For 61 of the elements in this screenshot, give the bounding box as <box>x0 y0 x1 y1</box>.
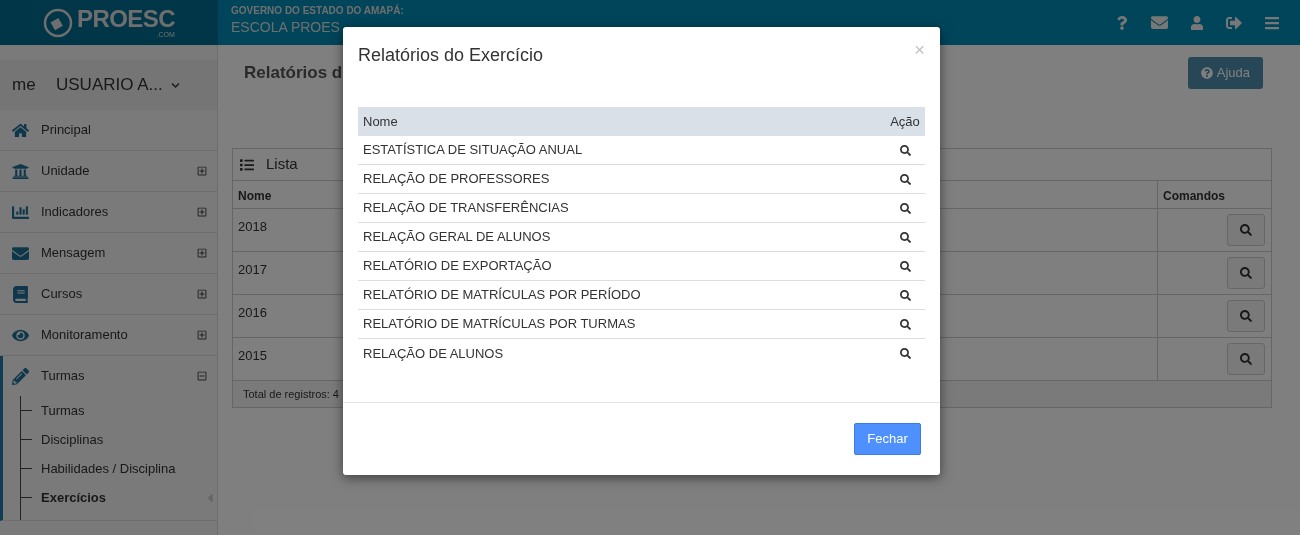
report-name: RELATÓRIO DE EXPORTAÇÃO <box>362 257 553 276</box>
user-icon[interactable] <box>1190 15 1204 30</box>
report-name: RELAÇÃO DE TRANSFERÊNCIAS <box>362 199 570 218</box>
menu-icon[interactable] <box>1264 14 1280 31</box>
home-icon <box>12 121 29 139</box>
report-name: RELATÓRIO DE MATRÍCULAS POR TURMAS <box>362 315 637 334</box>
sidebar-item[interactable]: Principal <box>0 110 217 150</box>
question-icon <box>1200 67 1213 79</box>
sidebar-item[interactable]: Cursos <box>0 274 217 314</box>
report-name: ESTATÍSTICA DE SITUAÇÃO ANUAL <box>362 141 584 160</box>
school-name: ESCOLA PROES <box>231 19 341 35</box>
search-icon <box>1240 224 1252 236</box>
search-icon <box>1240 267 1252 279</box>
page-title: Relatórios d <box>243 62 343 84</box>
record-count: Total de registros: 4 <box>243 386 339 402</box>
user-menu[interactable]: USUARIO A... <box>56 72 180 98</box>
view-button[interactable] <box>1227 214 1265 246</box>
search-icon <box>1240 310 1252 322</box>
panel-title: Lista <box>266 154 298 175</box>
table-cell: 2018 <box>238 219 267 234</box>
submenu-item[interactable]: Exercícios <box>41 487 107 508</box>
table-cell: 2016 <box>238 305 267 320</box>
bar-chart-icon <box>12 203 29 221</box>
view-button[interactable] <box>1227 257 1265 289</box>
state-label: GOVERNO DO ESTADO DO AMAPÁ: <box>231 3 405 18</box>
chevron-down-icon <box>170 80 180 90</box>
report-name: RELATÓRIO DE MATRÍCULAS POR PERÍODO <box>362 286 642 305</box>
submenu-item[interactable]: Habilidades / Disciplina <box>41 458 176 479</box>
view-button[interactable] <box>1227 300 1265 332</box>
help-icon[interactable] <box>1115 15 1129 30</box>
sidebar-item[interactable]: Monitoramento <box>0 315 217 355</box>
search-icon <box>1240 353 1252 365</box>
table-cell: 2017 <box>238 262 267 277</box>
help-button[interactable]: Ajuda <box>1187 57 1263 89</box>
avatar-alt-text: me <box>12 76 36 94</box>
logout-icon[interactable] <box>1226 14 1242 31</box>
column-header: Nome <box>362 112 399 131</box>
submenu-item[interactable]: Turmas <box>41 400 85 421</box>
envelope-icon[interactable] <box>1151 14 1168 31</box>
column-header: Comandos <box>1157 181 1271 208</box>
view-button[interactable] <box>1227 343 1265 375</box>
modal-title: Relatórios do Exercício <box>358 44 544 67</box>
column-header: Nome <box>238 189 272 203</box>
sidebar-item[interactable]: Indicadores <box>0 192 217 232</box>
list-icon <box>240 157 254 172</box>
submenu-item[interactable]: Disciplinas <box>41 429 104 450</box>
report-name: RELAÇÃO GERAL DE ALUNOS <box>362 228 552 247</box>
sidebar-item[interactable]: Unidade <box>0 151 217 191</box>
pencil-icon <box>12 367 29 385</box>
report-name: RELAÇÃO DE ALUNOS <box>362 344 505 363</box>
logo-icon <box>43 7 74 38</box>
sidebar-item[interactable]: Turmas <box>3 356 217 396</box>
book-icon <box>12 285 29 303</box>
envelope-icon <box>12 244 29 262</box>
report-name: RELAÇÃO DE PROFESSORES <box>362 170 551 189</box>
sidebar-item[interactable]: Mensagem <box>0 233 217 273</box>
column-header: Ação <box>889 112 921 131</box>
logo-text: PROESC <box>77 7 175 31</box>
bank-icon <box>12 162 29 180</box>
close-dialog-button[interactable]: Fechar <box>854 423 921 455</box>
table-cell: 2015 <box>238 348 267 363</box>
